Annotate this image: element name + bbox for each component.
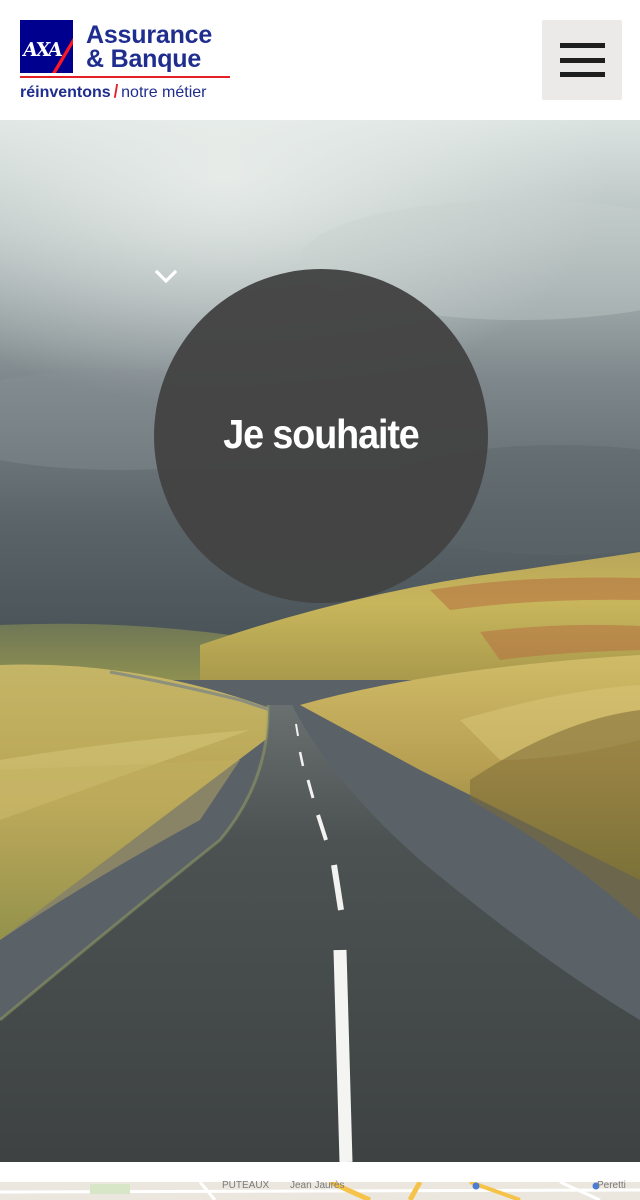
map-label-puteaux: PUTEAUX: [222, 1180, 270, 1191]
je-souhaite-button[interactable]: Je souhaite: [154, 269, 488, 603]
site-header: AXA Assurance & Banque réinventons / notre…: [0, 0, 640, 120]
chevron-down-icon: [154, 269, 178, 284]
axa-logo[interactable]: AXA Assurance & Banque réinventons / notre…: [20, 18, 235, 104]
hero-banner: Je souhaite: [0, 120, 640, 1162]
je-souhaite-label: Je souhaite: [223, 411, 420, 457]
axa-logo-text: AXA: [21, 39, 63, 61]
map-label-peretti: Peretti: [597, 1180, 626, 1191]
logo-divider: [20, 76, 230, 78]
menu-button[interactable]: [542, 20, 622, 100]
tagline-slash: /: [113, 82, 119, 103]
axa-logo-mark: AXA: [20, 20, 73, 73]
brand-name-line2: & Banque: [86, 45, 202, 73]
map-label-jean-jaures: Jean Jaurès: [290, 1180, 345, 1191]
map-preview[interactable]: PUTEAUX Jean Jaurès Peretti: [0, 1162, 640, 1200]
tagline-bold: réinventons: [20, 84, 111, 101]
tagline: réinventons / notre métier: [20, 82, 207, 103]
tagline-rest: notre métier: [121, 84, 207, 101]
